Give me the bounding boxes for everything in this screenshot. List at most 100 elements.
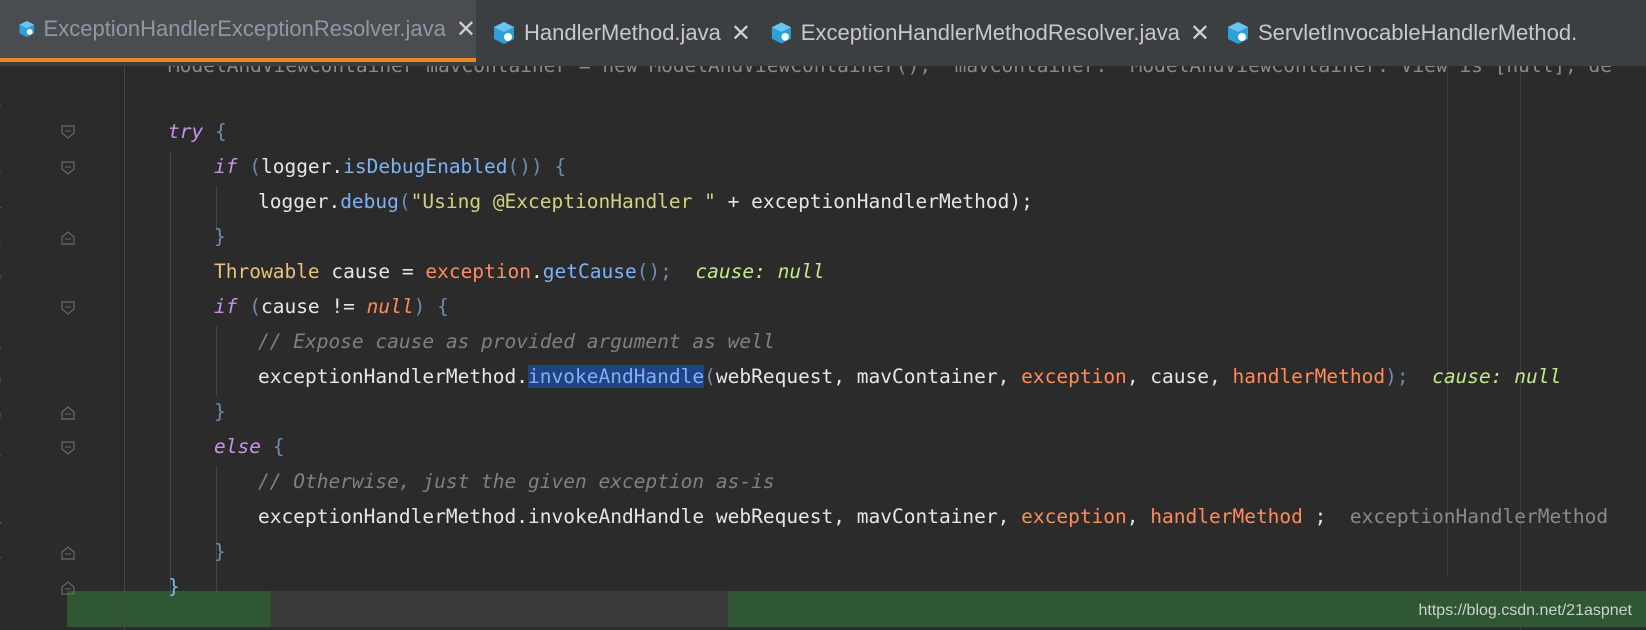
code-line: try { — [168, 114, 227, 150]
code-comment: // Otherwise, just the given exception a… — [258, 470, 775, 493]
identifier: , — [1126, 505, 1151, 528]
identifier: logger. — [260, 155, 344, 178]
field: handlerMethod — [1232, 365, 1386, 388]
selected-method-call[interactable]: invokeAndHandle — [528, 365, 705, 388]
indent-guide — [124, 66, 125, 630]
identifier: webRequest, mavContainer, — [715, 365, 1022, 388]
punctuation: ( — [398, 190, 411, 213]
java-class-icon — [19, 20, 35, 38]
punctuation: { — [203, 120, 227, 143]
fold-close-icon[interactable] — [61, 406, 75, 420]
fold-open-icon[interactable] — [61, 125, 75, 139]
identifier: + exceptionHandlerMethod — [715, 190, 1010, 213]
line-number: 9 — [0, 371, 6, 390]
fold-open-icon[interactable] — [61, 161, 75, 175]
close-tab-icon[interactable]: ✕ — [1190, 19, 1210, 48]
indent-guide — [216, 466, 217, 591]
line-number: 1 — [0, 441, 6, 460]
field: exception — [1021, 365, 1127, 388]
line-number: 5 — [0, 581, 6, 600]
keyword: if — [214, 295, 238, 318]
identifier: cause = — [319, 260, 426, 283]
line-number: 4 — [0, 546, 6, 565]
line-number: 1 — [0, 91, 6, 110]
line-number: 4 — [0, 196, 6, 215]
tab-label: ExceptionHandlerExceptionResolver.java — [43, 16, 446, 41]
java-class-icon — [1228, 22, 1248, 44]
identifier: logger. — [258, 190, 341, 213]
code-line: exceptionHandlerMethod.invokeAndHandle(w… — [258, 359, 1561, 395]
punctuation: { — [260, 435, 285, 458]
line-number: 7 — [0, 301, 6, 320]
line-number: 6 — [0, 266, 6, 285]
close-tab-icon[interactable]: ✕ — [731, 19, 751, 48]
code-line: if (cause != null) { — [214, 289, 449, 325]
tab-servlet-invocable-handler-method[interactable]: ServletInvocableHandlerMethod. — [1226, 0, 1646, 66]
watermark-url: https://blog.csdn.net/21aspnet — [1418, 602, 1632, 619]
identifier: exceptionHandlerMethod. — [258, 505, 529, 528]
method-call: isDebugEnabled — [343, 155, 508, 178]
line-number: 2 — [0, 476, 6, 495]
tab-label: HandlerMethod.java — [524, 20, 721, 45]
fold-close-icon[interactable] — [61, 231, 75, 245]
field: handlerMethod — [1150, 505, 1303, 528]
code-line: else { — [214, 429, 284, 465]
debug-inlay-value: cause: null — [695, 260, 825, 283]
keyword: if — [214, 155, 238, 178]
keyword: try — [168, 120, 204, 143]
tab-exception-handler-method-resolver[interactable]: ExceptionHandlerMethodResolver.java ✕ — [770, 0, 1210, 66]
debug-inlay-value: exceptionHandlerMethod — [1349, 505, 1609, 528]
tab-exception-handler-exception-resolver[interactable]: ExceptionHandlerExceptionResolver.java ✕ — [0, 0, 476, 62]
indent-guide — [170, 151, 171, 591]
keyword: else — [214, 435, 261, 458]
code-line: } — [214, 225, 226, 248]
code-line: logger.debug("Using @ExceptionHandler " … — [258, 184, 1033, 220]
line-number: 2 — [0, 126, 6, 145]
identifier: exceptionHandlerMethod. — [258, 365, 529, 388]
java-class-icon — [771, 22, 791, 44]
line-number: 3 — [0, 161, 6, 180]
string-literal: "Using @ExceptionHandler " — [410, 190, 716, 213]
punctuation: ( — [704, 365, 716, 388]
indent-guide — [216, 326, 217, 396]
method-call: getCause — [542, 260, 637, 283]
fold-open-icon[interactable] — [61, 441, 75, 455]
identifier: , cause, — [1126, 365, 1233, 388]
tab-handler-method[interactable]: HandlerMethod.java ✕ — [492, 0, 752, 66]
punctuation: (); — [636, 260, 672, 283]
code-line: ModelAndViewContainer mavContainer = new… — [168, 66, 1612, 84]
code-editor[interactable]: 1 2 3 4 5 6 7 8 9 0 1 2 3 4 5 ModelAndVi… — [0, 66, 1646, 630]
code-line: if (logger.isDebugEnabled()) { — [214, 149, 566, 185]
type-name: Throwable — [214, 260, 320, 283]
punctuation: ); — [1385, 365, 1409, 388]
code-comment: // Expose cause as provided argument as … — [258, 330, 775, 353]
punctuation: ) { — [413, 295, 449, 318]
code-line: } — [214, 540, 226, 563]
punctuation: ()) { — [507, 155, 567, 178]
punctuation: ( — [237, 155, 261, 178]
field: exception — [1021, 505, 1127, 528]
field: exception — [425, 260, 532, 283]
punctuation: ); — [1009, 190, 1033, 213]
execution-point-highlight — [271, 591, 728, 627]
code-line: } — [168, 575, 180, 598]
code-line: } — [214, 400, 226, 423]
fold-close-icon[interactable] — [61, 581, 75, 595]
line-number: 5 — [0, 231, 6, 250]
identifier: webRequest, mavContainer, — [704, 505, 1022, 528]
editor-tab-bar: ExceptionHandlerExceptionResolver.java ✕… — [0, 0, 1646, 66]
punctuation: ( — [237, 295, 261, 318]
code-line-current: exceptionHandlerMethod.invokeAndHandle w… — [258, 499, 1608, 535]
method-call: invokeAndHandle — [528, 505, 705, 528]
close-tab-icon[interactable]: ✕ — [456, 15, 476, 44]
fold-open-icon[interactable] — [61, 301, 75, 315]
java-class-icon — [494, 22, 514, 44]
punctuation: . — [531, 260, 543, 283]
debug-inlay-value: cause: null — [1432, 365, 1562, 388]
code-line: Throwable cause = exception.getCause(); … — [214, 254, 825, 290]
tab-label: ServletInvocableHandlerMethod. — [1258, 20, 1578, 45]
line-number: 3 — [0, 511, 6, 530]
line-number: 8 — [0, 336, 6, 355]
fold-close-icon[interactable] — [61, 546, 75, 560]
identifier: cause != — [260, 295, 367, 318]
